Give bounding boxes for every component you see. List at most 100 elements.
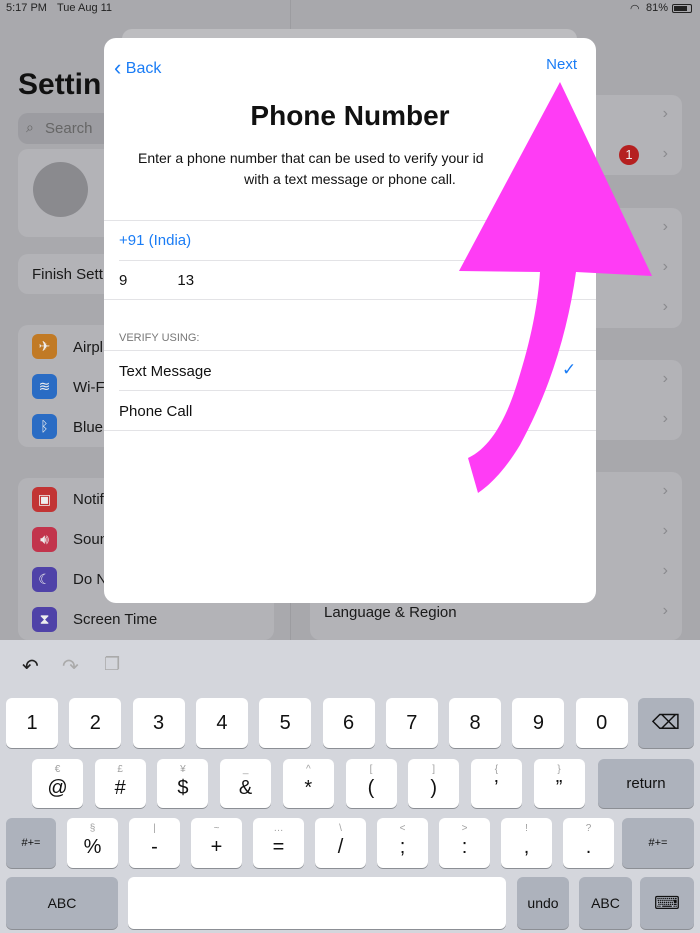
key-symbol[interactable]: <; [377, 818, 428, 868]
key-symbol[interactable]: | - [129, 818, 180, 868]
keyboard: ↶ ↷ ❐ 1 2 3 4 5 6 7 8 9 0 ⌫ € @ £ # ¥ $ _ & ^ *[(]){’}” retur… [0, 640, 700, 933]
key-secondary-label: { [494, 764, 499, 775]
key-label: 7 [406, 712, 418, 734]
key-symbol[interactable]: … = [253, 818, 304, 868]
key-label: = [272, 836, 285, 858]
key-secondary-label: } [557, 764, 561, 775]
key-label: 0 [596, 712, 608, 734]
key-secondary-label: § [89, 823, 96, 834]
abc-key-right[interactable]: ABC [579, 877, 632, 929]
undo-icon[interactable]: ↶ [22, 654, 39, 679]
symbols-key-left[interactable]: #+= [6, 818, 56, 868]
key-label: ABC [47, 895, 77, 911]
key-label: & [238, 777, 253, 799]
wifi-icon: ◠ [630, 3, 640, 15]
key-symbol[interactable]: §% [67, 818, 118, 868]
key-symbol[interactable]: £ # [94, 759, 146, 808]
keyboard-hide-icon: ⌨ [654, 893, 680, 913]
key-secondary-label: > [461, 823, 468, 834]
key-label: # [114, 777, 126, 799]
key-symbol[interactable]: >: [439, 818, 490, 868]
key-9[interactable]: 9 [512, 698, 565, 748]
key-label: 1 [26, 712, 38, 734]
key-label: * [304, 777, 313, 799]
key-symbol[interactable]: € @ [32, 759, 83, 808]
status-time: 5:17 PM [6, 2, 47, 14]
delete-key[interactable]: ⌫ [638, 698, 694, 748]
paste-icon[interactable]: ❐ [104, 654, 120, 675]
key-secondary-label: < [399, 823, 406, 834]
key-symbol[interactable]: {’ [470, 759, 522, 808]
key-6[interactable]: 6 [322, 698, 375, 748]
key-symbol[interactable]: [( [345, 759, 397, 808]
key-label: 9 [532, 712, 544, 734]
key-label: 6 [342, 712, 355, 734]
dismiss-keyboard-key[interactable]: ⌨ [640, 877, 694, 929]
delete-icon: ⌫ [651, 712, 681, 734]
key-symbol[interactable]: ]) [408, 759, 460, 808]
key-2[interactable]: 2 [69, 698, 122, 748]
key-label: 5 [279, 712, 291, 734]
key-label: ” [555, 777, 563, 799]
key-3[interactable]: 3 [132, 698, 185, 748]
key-secondary-label: … [273, 823, 284, 834]
key-secondary-label: ? [585, 823, 592, 834]
key-label: #+= [648, 837, 668, 849]
key-label: ) [430, 777, 438, 799]
abc-key-left[interactable]: ABC [6, 877, 118, 929]
key-label: ’ [494, 777, 499, 799]
key-symbol[interactable]: ?. [563, 818, 614, 868]
key-secondary-label: | [153, 823, 156, 834]
space-bar[interactable] [128, 877, 506, 929]
key-label: % [83, 836, 102, 858]
key-secondary-label: ^ [305, 764, 311, 775]
key-label: , [523, 836, 530, 858]
key-1[interactable]: 1 [6, 698, 58, 748]
key-symbol[interactable]: }” [533, 759, 585, 808]
key-0[interactable]: 0 [575, 698, 628, 748]
key-7[interactable]: 7 [385, 698, 438, 748]
key-label: ABC [591, 895, 620, 911]
key-secondary-label: [ [369, 764, 373, 775]
key-label: + [210, 836, 223, 858]
key-label: 8 [469, 712, 481, 734]
key-label: ( [367, 777, 375, 799]
key-secondary-label: ] [432, 764, 436, 775]
key-secondary-label: _ [242, 764, 249, 775]
key-label: 2 [89, 712, 101, 734]
key-symbol[interactable]: \ / [315, 818, 366, 868]
status-date: Tue Aug 11 [57, 2, 113, 14]
key-label: return [626, 775, 666, 792]
return-key[interactable]: return [598, 759, 694, 808]
key-4[interactable]: 4 [195, 698, 248, 748]
key-5[interactable]: 5 [259, 698, 312, 748]
key-secondary-label: € [54, 764, 61, 775]
key-label: 3 [153, 712, 165, 734]
redo-icon[interactable]: ↷ [62, 654, 79, 679]
key-label: : [461, 836, 468, 858]
key-symbol[interactable]: _ & [220, 759, 272, 808]
key-label: $ [177, 777, 189, 799]
key-symbol[interactable]: ~ + [191, 818, 242, 868]
key-label: 4 [216, 712, 228, 734]
key-label: #+= [21, 837, 41, 849]
key-symbol[interactable]: !, [501, 818, 552, 868]
symbols-key-right[interactable]: #+= [622, 818, 694, 868]
key-label: . [585, 836, 592, 858]
key-secondary-label: ! [525, 823, 528, 834]
key-label: @ [47, 777, 68, 799]
arrow-up-icon [459, 82, 652, 493]
key-8[interactable]: 8 [449, 698, 502, 748]
key-symbol[interactable]: ¥ $ [157, 759, 209, 808]
key-secondary-label: £ [117, 764, 123, 775]
key-secondary-label: ¥ [180, 764, 186, 775]
key-label: ; [399, 836, 406, 858]
undo-key[interactable]: undo [517, 877, 569, 929]
key-secondary-label: ~ [213, 823, 220, 834]
key-label: - [151, 836, 158, 858]
annotation-arrow [459, 82, 652, 493]
key-label: / [337, 836, 344, 858]
battery-percent: 81% [646, 2, 669, 14]
key-label: undo [527, 895, 559, 911]
key-symbol[interactable]: ^ * [282, 759, 334, 808]
